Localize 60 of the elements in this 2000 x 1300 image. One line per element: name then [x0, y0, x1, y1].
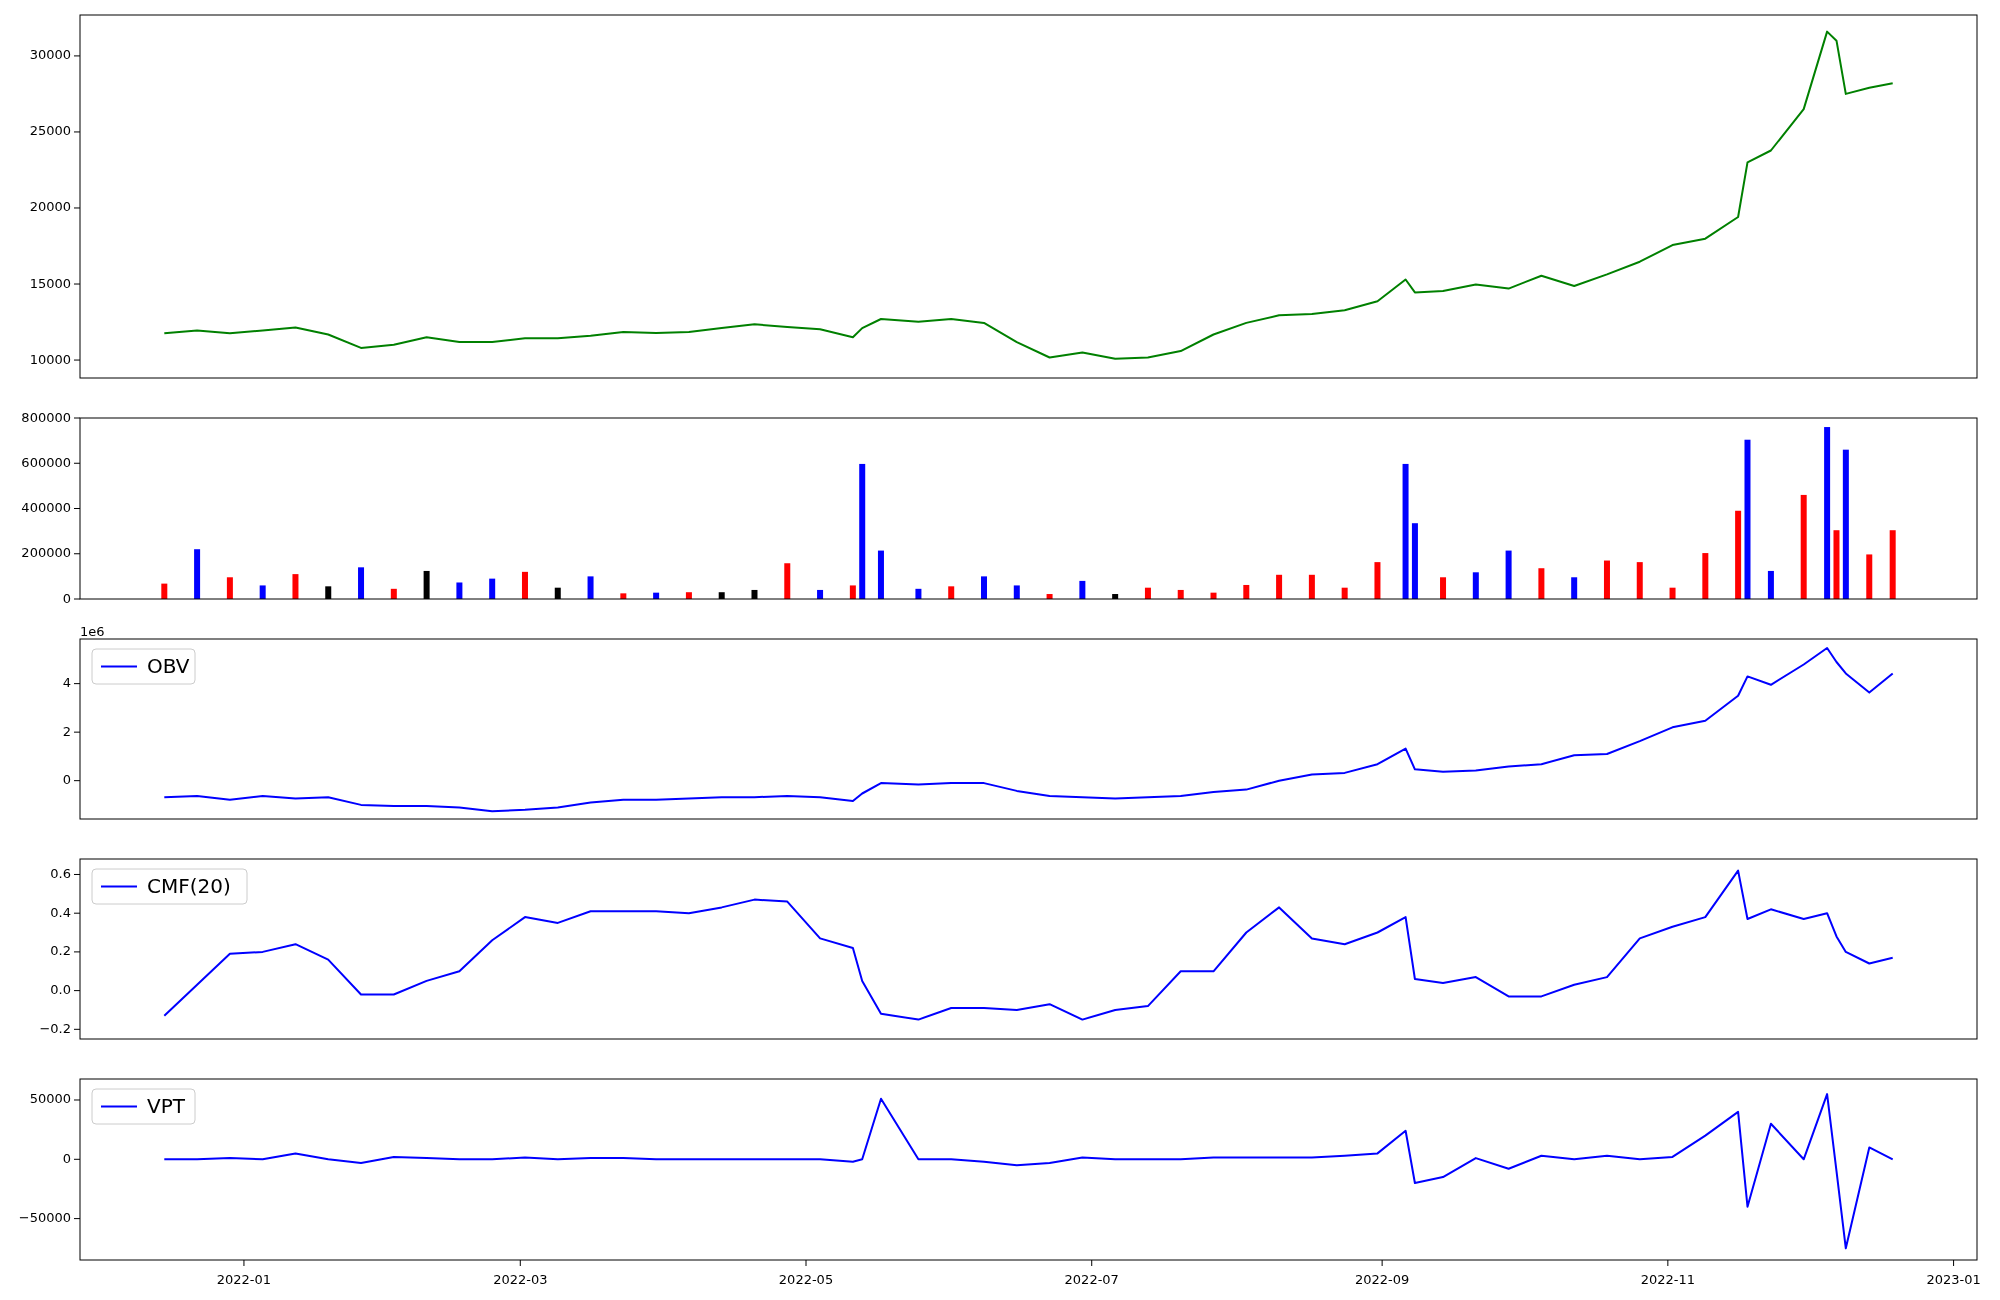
tick-label: 10000	[29, 351, 71, 367]
tick-mark	[1953, 1259, 1955, 1267]
tick-label: −50000	[18, 1210, 71, 1226]
tick-mark	[805, 1259, 807, 1267]
tick-mark	[73, 462, 81, 464]
tick-mark	[73, 731, 81, 733]
tick-mark	[1667, 1259, 1669, 1267]
tick-label: 2022-07	[1064, 1272, 1119, 1287]
tick-label: 2022-05	[778, 1272, 834, 1287]
tick-label: 2023-01	[1926, 1272, 1981, 1287]
tick-mark	[73, 553, 81, 555]
tick-mark	[73, 874, 81, 875]
tick-mark	[73, 1158, 81, 1160]
legend-label: CMF(20)	[147, 873, 231, 898]
tick-label: 20000	[29, 199, 71, 215]
tick-mark	[73, 1218, 81, 1220]
tick-label: 600000	[21, 454, 71, 470]
tick-label: 2022-11	[1640, 1272, 1695, 1287]
tick-mark	[73, 508, 81, 509]
tick-mark	[243, 1259, 245, 1267]
tick-mark	[73, 131, 81, 133]
tick-mark	[73, 780, 81, 782]
tick-mark	[73, 951, 81, 953]
tick-label: 800000	[21, 409, 71, 425]
tick-mark	[73, 990, 81, 992]
tick-label: −0.2	[39, 1020, 71, 1036]
tick-mark	[73, 417, 81, 419]
tick-label: 400000	[21, 500, 71, 515]
tick-mark	[73, 207, 81, 209]
tick-label: 2022-03	[493, 1272, 548, 1287]
tick-label: 2022-01	[216, 1272, 272, 1287]
tick-label: 2022-09	[1354, 1272, 1410, 1287]
tick-label: 0.2	[50, 943, 71, 959]
tick-label: 0	[62, 772, 71, 788]
tick-label: 0	[62, 590, 71, 605]
tick-label: 4	[62, 675, 71, 691]
tick-label: 25000	[29, 123, 71, 139]
tick-mark	[73, 598, 81, 600]
tick-mark	[73, 912, 81, 914]
tick-label: 200000	[21, 545, 71, 561]
tick-label: 0.0	[50, 982, 71, 998]
tick-label: 0.6	[50, 866, 71, 881]
tick-mark	[1091, 1259, 1093, 1267]
tick-mark	[73, 683, 81, 685]
tick-mark	[73, 55, 81, 57]
tick-label: 0.4	[50, 904, 71, 920]
legend-label: OBV	[147, 653, 190, 678]
tick-label: 30000	[29, 47, 71, 63]
tick-label: 15000	[29, 275, 71, 291]
tick-mark	[73, 1099, 81, 1101]
tick-mark	[73, 1028, 81, 1030]
legend-label: VPT	[147, 1093, 185, 1118]
offset-label: 1e6	[80, 625, 105, 639]
tick-label: 50000	[29, 1091, 71, 1107]
tick-mark	[73, 283, 81, 285]
tick-mark	[1381, 1259, 1383, 1267]
tick-label: 0	[62, 1150, 71, 1166]
tick-mark	[73, 359, 81, 361]
tick-label: 2	[62, 723, 71, 739]
tick-mark	[519, 1259, 521, 1267]
